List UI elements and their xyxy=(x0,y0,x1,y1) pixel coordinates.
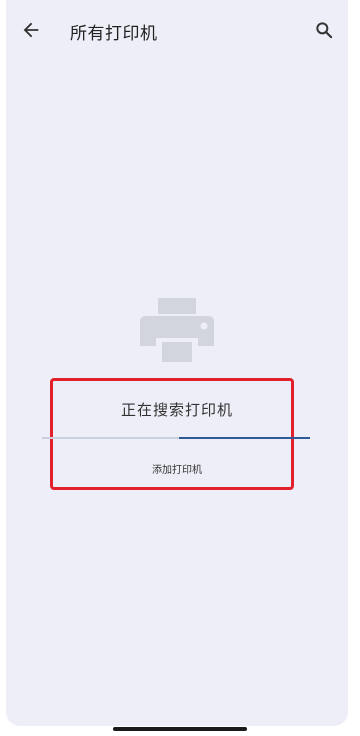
add-printer-button[interactable]: 添加打印机 xyxy=(6,461,348,476)
printer-list-screen: 所有打印机 正在搜索打印机 添加打印机 xyxy=(6,0,348,726)
home-indicator[interactable] xyxy=(113,727,247,731)
arrow-left-icon[interactable] xyxy=(20,19,42,41)
printer-icon xyxy=(140,298,214,362)
app-bar: 所有打印机 xyxy=(6,0,348,58)
search-progress-fill xyxy=(178,437,310,439)
searching-status-text: 正在搜索打印机 xyxy=(120,401,233,419)
search-progress-bar xyxy=(42,437,310,439)
page-title: 所有打印机 xyxy=(70,24,158,44)
search-icon[interactable] xyxy=(314,20,334,40)
